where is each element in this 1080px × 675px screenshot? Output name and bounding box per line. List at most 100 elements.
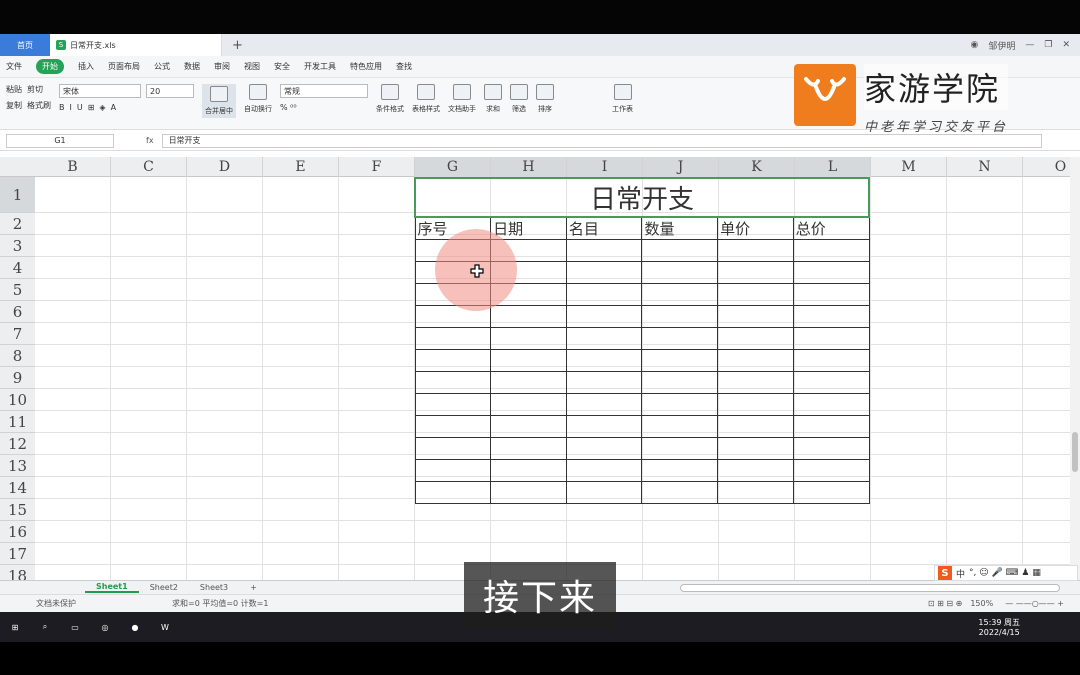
table-cell[interactable] [565, 393, 643, 416]
row-header-6[interactable]: 6 [0, 301, 35, 323]
doc-helper-button[interactable]: 文档助手 [448, 84, 476, 114]
table-cell[interactable] [414, 437, 492, 460]
table-cell[interactable] [565, 239, 643, 262]
table-cell[interactable] [490, 393, 567, 416]
column-header-f[interactable]: F [339, 157, 415, 177]
row-header-4[interactable]: 4 [0, 257, 35, 279]
menu-review[interactable]: 审阅 [214, 61, 230, 72]
ime-mode[interactable]: 中 [956, 567, 965, 580]
table-cell[interactable] [717, 437, 794, 460]
table-cell[interactable] [414, 481, 492, 504]
header-cell-item[interactable]: 名目 [565, 216, 643, 240]
horizontal-scrollbar[interactable] [680, 584, 1060, 592]
table-cell[interactable] [792, 481, 870, 504]
table-cell[interactable] [641, 305, 719, 328]
table-cell[interactable] [641, 371, 719, 394]
browser-icon[interactable]: ◎ [90, 612, 120, 642]
row-header-13[interactable]: 13 [0, 455, 35, 477]
table-title-cell[interactable]: 日常开支 [414, 177, 870, 218]
menu-features[interactable]: 特色应用 [350, 61, 382, 72]
table-cell[interactable] [565, 261, 643, 284]
italic-button[interactable]: I [70, 103, 72, 112]
protect-status[interactable]: 文档未保护 [36, 598, 76, 609]
add-sheet-icon[interactable]: + [239, 583, 268, 592]
tab-home[interactable]: 首页 [0, 34, 50, 56]
table-cell[interactable] [792, 327, 870, 350]
fill-color-icon[interactable]: ◈ [99, 103, 105, 112]
table-cell[interactable] [490, 415, 567, 438]
ime-toolbar[interactable]: S 中 °, ☺ 🎤 ⌨ ♟ ▦ [934, 565, 1078, 581]
table-cell[interactable] [717, 415, 794, 438]
formula-input[interactable]: 日常开支 [161, 133, 1042, 148]
column-header-n[interactable]: N [947, 157, 1023, 177]
table-cell[interactable] [792, 371, 870, 394]
column-header-j[interactable]: J [643, 157, 719, 177]
table-cell[interactable] [792, 415, 870, 438]
menu-view[interactable]: 视图 [244, 61, 260, 72]
row-header-7[interactable]: 7 [0, 323, 35, 345]
header-cell-total[interactable]: 总价 [792, 216, 870, 240]
scroll-thumb[interactable] [1072, 432, 1078, 472]
percent-icon[interactable]: % ⁰⁰ [280, 103, 297, 112]
table-cell[interactable] [565, 283, 643, 306]
row-header-2[interactable]: 2 [0, 213, 35, 235]
zoom-level[interactable]: 150% [970, 599, 993, 608]
table-cell[interactable] [717, 393, 794, 416]
table-cell[interactable] [565, 415, 643, 438]
windows-start-icon[interactable]: ⊞ [0, 612, 30, 642]
fx-icon[interactable]: fx [146, 136, 154, 145]
table-cell[interactable] [717, 349, 794, 372]
table-cell[interactable] [717, 305, 794, 328]
filter-button[interactable]: 筛选 [510, 84, 528, 114]
header-cell-unit-price[interactable]: 单价 [717, 216, 794, 240]
table-cell[interactable] [792, 283, 870, 306]
name-box[interactable]: G1 [6, 133, 114, 148]
file-explorer-icon[interactable]: ▭ [60, 612, 90, 642]
minimize-icon[interactable]: — [1025, 40, 1034, 50]
column-header-e[interactable]: E [263, 157, 339, 177]
menu-insert[interactable]: 插入 [78, 61, 94, 72]
table-cell[interactable] [490, 305, 567, 328]
row-header-14[interactable]: 14 [0, 477, 35, 499]
table-cell[interactable] [717, 481, 794, 504]
header-cell-date[interactable]: 日期 [490, 216, 567, 240]
column-header-m[interactable]: M [871, 157, 947, 177]
sogou-icon[interactable]: S [938, 566, 952, 580]
table-cell[interactable] [717, 327, 794, 350]
menu-start[interactable]: 开始 [36, 59, 64, 74]
header-cell-quantity[interactable]: 数量 [641, 216, 719, 240]
sort-button[interactable]: 排序 [536, 84, 554, 114]
row-header-10[interactable]: 10 [0, 389, 35, 411]
row-header-5[interactable]: 5 [0, 279, 35, 301]
row-header-1[interactable]: 1 [0, 177, 35, 213]
table-cell[interactable] [641, 283, 719, 306]
tab-file[interactable]: S 日常开支.xls [50, 34, 222, 56]
table-cell[interactable] [641, 261, 719, 284]
sheet-tab-2[interactable]: Sheet2 [139, 583, 189, 592]
table-cell[interactable] [565, 459, 643, 482]
table-cell[interactable] [792, 437, 870, 460]
clock[interactable]: 15:39 周五 2022/4/15 [978, 617, 1020, 637]
row-header-8[interactable]: 8 [0, 345, 35, 367]
zoom-slider[interactable]: — ——○—— + [1005, 599, 1064, 608]
cut-button[interactable]: 剪切 [27, 84, 43, 95]
table-cell[interactable] [641, 415, 719, 438]
search-icon[interactable]: ⌕ [30, 612, 60, 642]
avatar[interactable]: ◉ [971, 40, 979, 50]
menu-find[interactable]: 查找 [396, 61, 412, 72]
table-cell[interactable] [490, 327, 567, 350]
border-icon[interactable]: ⊞ [88, 103, 95, 112]
menu-security[interactable]: 安全 [274, 61, 290, 72]
merge-center-button[interactable]: 合并居中 [202, 84, 236, 118]
table-cell[interactable] [792, 349, 870, 372]
paste-button[interactable]: 粘贴 [6, 84, 22, 95]
menu-formula[interactable]: 公式 [154, 61, 170, 72]
row-header-12[interactable]: 12 [0, 433, 35, 455]
font-size-select[interactable]: 20 [146, 84, 194, 98]
table-cell[interactable] [565, 481, 643, 504]
table-cell[interactable] [792, 459, 870, 482]
new-tab-plus-icon[interactable]: + [232, 38, 243, 53]
column-header-c[interactable]: C [111, 157, 187, 177]
bold-button[interactable]: B [59, 103, 65, 112]
table-cell[interactable] [490, 437, 567, 460]
